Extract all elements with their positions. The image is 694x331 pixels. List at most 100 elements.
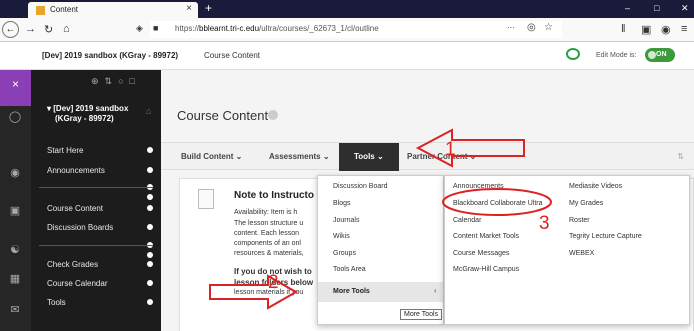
sidebar-icon[interactable]: ▣	[641, 23, 651, 36]
menu-item-tools-area[interactable]: Tools Area	[333, 266, 366, 273]
browser-tab-bar: Content × + – □ ✕	[0, 0, 694, 18]
browser-nav-bar: ← → ↻ ⌂ ◈ ■ https://bblearnt.tri-c.edu/u…	[0, 18, 694, 42]
item-text-line: resources & materials,	[234, 250, 304, 257]
minimize-icon[interactable]: –	[625, 3, 630, 13]
menu-item-check-grades[interactable]: Check Grades	[47, 260, 98, 269]
menu-item-roster[interactable]: Roster	[569, 217, 590, 224]
more-tools-tooltip: More Tools	[400, 309, 443, 320]
course-title[interactable]: [Dev] 2019 sandbox (KGray - 89972)	[42, 51, 178, 60]
close-window-icon[interactable]: ✕	[681, 3, 689, 14]
menu-item-blogs[interactable]: Blogs	[333, 200, 351, 207]
item-title[interactable]: Note to Instructo	[234, 190, 314, 201]
edit-mode-label: Edit Mode is:	[596, 52, 637, 59]
divider	[39, 245, 153, 246]
page-title: Course Content	[177, 108, 269, 123]
tools-dropdown: Discussion Board Blogs Journals Wikis Gr…	[317, 175, 444, 325]
more-tools-item[interactable]: More Tools ‹	[318, 282, 443, 302]
bookmark-star-icon[interactable]: ☆	[544, 22, 553, 33]
more-tools-label: More Tools	[333, 288, 370, 295]
shield-icon[interactable]: ◈	[136, 23, 143, 34]
menu-item-tegrity[interactable]: Tegrity Lecture Capture	[569, 233, 642, 240]
item-text-line: The lesson structure u	[234, 220, 304, 227]
pocket-icon[interactable]: ◎	[527, 22, 536, 33]
forward-icon[interactable]: →	[25, 23, 36, 35]
annotation-number: 2	[268, 272, 279, 293]
item-text-line: components of an onl	[234, 240, 301, 247]
status-icon[interactable]	[268, 110, 278, 120]
extension-icon[interactable]: ◉	[661, 23, 671, 36]
course-menu: ⊕⇅○□ ▾ [Dev] 2019 sandbox (KGray - 89972…	[31, 70, 161, 331]
close-menu-icon[interactable]: ×	[0, 70, 31, 106]
item-availability: Availability: Item is h	[234, 209, 298, 216]
global-nav-rail: × ◯ ◉ ▣ ☯ ▦ ✉	[0, 70, 31, 331]
action-bar: Build Content ⌄ Assessments ⌄ Tools ⌄ Pa…	[161, 142, 694, 171]
globe-icon[interactable]: ◉	[8, 166, 22, 180]
courses-icon[interactable]: ▣	[8, 204, 22, 218]
lock-icon[interactable]: ■	[153, 23, 158, 33]
organizations-icon[interactable]: ☯	[8, 243, 22, 257]
more-tools-submenu: Announcements Blackboard Collaborate Ult…	[444, 175, 690, 325]
reload-icon[interactable]: ↻	[44, 23, 53, 36]
status-dot-icon	[147, 205, 153, 211]
page-actions-icon[interactable]: ···	[507, 23, 515, 32]
user-icon[interactable]: ◯	[8, 110, 22, 124]
menu-item-course-content[interactable]: Course Content	[47, 204, 103, 213]
library-icon[interactable]: ‖	[621, 23, 626, 35]
menu-item-discussion-board[interactable]: Discussion Board	[333, 183, 387, 190]
menu-item-my-grades[interactable]: My Grades	[569, 200, 603, 207]
menu-item-course-calendar[interactable]: Course Calendar	[47, 279, 107, 288]
status-dot-icon	[147, 252, 153, 258]
menu-item-webex[interactable]: WEBEX	[569, 250, 594, 257]
favicon-icon	[36, 6, 45, 15]
annotation-number: 3	[539, 213, 550, 234]
chevron-left-icon: ‹	[434, 286, 437, 295]
back-icon[interactable]: ←	[2, 21, 19, 38]
url-text: https://bblearnt.tri-c.edu/ultra/courses…	[175, 24, 379, 33]
address-bar[interactable]: ◈ ■ https://bblearnt.tri-c.edu/ultra/cou…	[136, 21, 562, 38]
build-content-button[interactable]: Build Content ⌄	[181, 152, 242, 161]
menu-item-mediasite-videos[interactable]: Mediasite Videos	[569, 183, 622, 190]
student-preview-icon[interactable]	[566, 48, 580, 60]
menu-item-content-market-tools[interactable]: Content Market Tools	[453, 233, 519, 240]
status-dot-icon	[147, 299, 153, 305]
edit-mode-toggle[interactable]: ON	[645, 48, 675, 62]
home-icon[interactable]: ⌂	[63, 23, 70, 35]
sort-icon[interactable]: ⇅	[677, 152, 684, 161]
maximize-icon[interactable]: □	[654, 3, 659, 13]
status-dot-icon	[147, 194, 153, 200]
menu-item-collaborate-ultra[interactable]: Blackboard Collaborate Ultra	[453, 200, 543, 207]
menu-item-journals[interactable]: Journals	[333, 217, 359, 224]
status-dot-icon	[147, 147, 153, 153]
divider	[39, 187, 153, 188]
annotation-number: 1	[445, 139, 456, 160]
status-dot-icon	[147, 280, 153, 286]
tools-button[interactable]: Tools ⌄	[339, 143, 399, 171]
breadcrumb: Course Content	[204, 51, 261, 60]
menu-item-discussion-boards[interactable]: Discussion Boards	[47, 223, 113, 232]
menu-item-start-here[interactable]: Start Here	[47, 146, 83, 155]
course-menu-title[interactable]: ▾ [Dev] 2019 sandbox (KGray - 89972)	[47, 104, 128, 124]
new-tab-icon[interactable]: +	[205, 1, 212, 15]
menu-item-mcgraw-hill[interactable]: McGraw-Hill Campus	[453, 266, 519, 273]
menu-tools-icons[interactable]: ⊕⇅○□	[91, 76, 141, 87]
assessments-button[interactable]: Assessments ⌄	[269, 152, 330, 161]
tab-title: Content	[50, 5, 79, 14]
menu-item-announcements[interactable]: Announcements	[47, 166, 105, 175]
messages-icon[interactable]: ✉	[8, 303, 22, 317]
tab-close-icon[interactable]: ×	[186, 3, 192, 14]
calendar-icon[interactable]: ▦	[8, 272, 22, 286]
hamburger-menu-icon[interactable]: ≡	[681, 23, 687, 35]
partner-content-button[interactable]: Partner Content ⌄	[407, 152, 476, 161]
status-dot-icon	[147, 261, 153, 267]
browser-tab[interactable]: Content ×	[28, 2, 198, 18]
status-dot-icon	[147, 224, 153, 230]
document-icon	[198, 189, 214, 209]
menu-item-course-messages[interactable]: Course Messages	[453, 250, 509, 257]
menu-item-groups[interactable]: Groups	[333, 250, 356, 257]
menu-item-wikis[interactable]: Wikis	[333, 233, 350, 240]
course-header: [Dev] 2019 sandbox (KGray - 89972) Cours…	[0, 42, 694, 70]
home-icon[interactable]: ⌂	[146, 106, 151, 116]
menu-item-tools[interactable]: Tools	[47, 298, 66, 307]
menu-item-announcements[interactable]: Announcements	[453, 183, 504, 190]
menu-item-calendar[interactable]: Calendar	[453, 217, 481, 224]
